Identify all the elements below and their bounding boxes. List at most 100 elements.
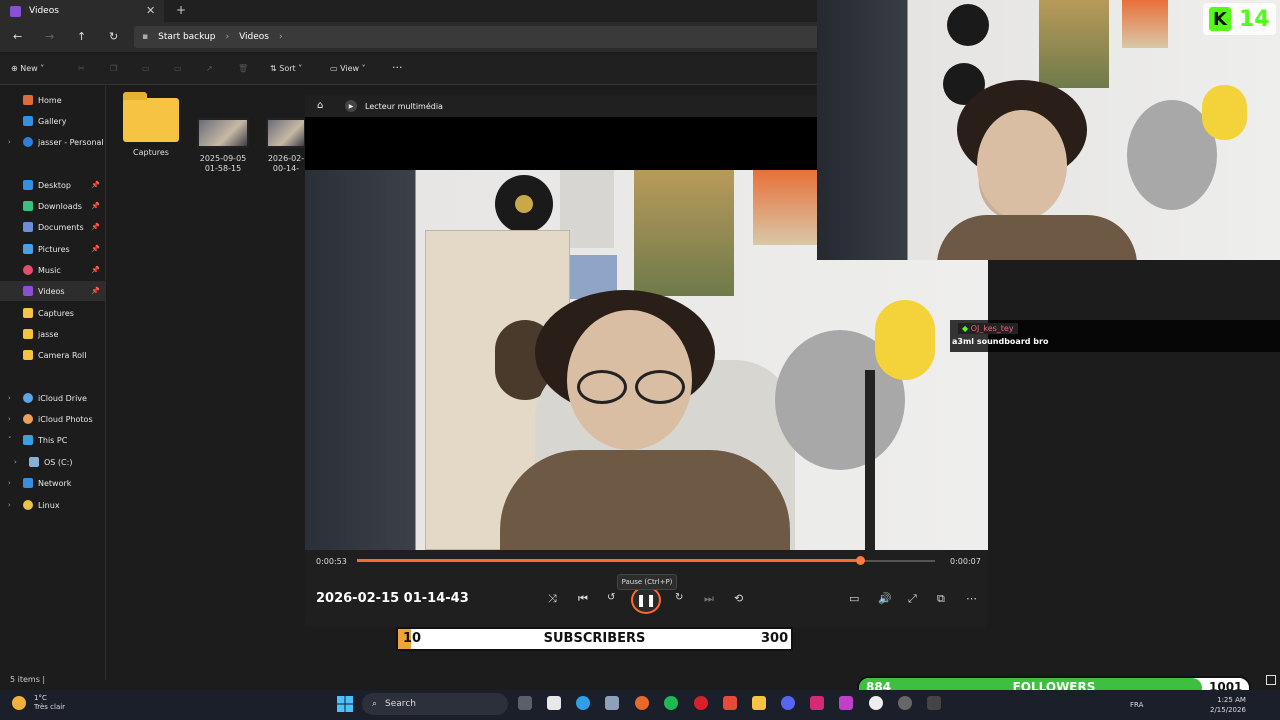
media-player-icon[interactable]	[927, 696, 941, 710]
delete-icon[interactable]: 🗑	[238, 64, 248, 73]
spotify-icon[interactable]	[664, 696, 678, 710]
start-button[interactable]	[337, 696, 353, 712]
discord-icon[interactable]	[781, 696, 795, 710]
obs-icon[interactable]	[869, 696, 883, 710]
weather-widget[interactable]: 1°C Très clair	[12, 694, 65, 712]
share-icon[interactable]: ↗	[206, 64, 213, 73]
file-item-video-2[interactable]: 2026-02- 00-14-	[266, 118, 306, 174]
tripod-image	[865, 370, 875, 550]
view-button[interactable]: ▭ View ˅	[330, 64, 366, 73]
pause-button[interactable]: ❚❚	[631, 586, 661, 614]
firefox-icon[interactable]	[635, 696, 649, 710]
sidebar-item-label: Pictures	[38, 244, 70, 254]
more-options-icon[interactable]: ⋯	[966, 592, 977, 605]
next-icon[interactable]: ⏭	[704, 592, 714, 606]
cut-icon[interactable]: ✂	[78, 64, 85, 73]
sidebar-item-linux[interactable]: › Linux	[0, 495, 106, 515]
notification-icon[interactable]	[1266, 675, 1276, 685]
sidebar-item-gallery[interactable]: Gallery	[0, 111, 106, 131]
back-icon[interactable]: ←	[13, 30, 22, 43]
fullscreen-icon[interactable]: ⤢	[908, 592, 917, 606]
file-explorer-icon[interactable]	[752, 696, 766, 710]
paste-icon[interactable]: ▭	[142, 64, 150, 73]
sidebar-item-network[interactable]: › Network	[0, 473, 106, 493]
miniplayer-icon[interactable]: ⧉	[937, 592, 945, 606]
file-item-video-1[interactable]: 2025-09-05 01-58-15	[194, 118, 252, 174]
breadcrumb-chevron-icon[interactable]: ›	[279, 32, 283, 42]
shuffle-icon[interactable]: ⤨	[548, 592, 557, 606]
sidebar-item-os-c[interactable]: › OS (C:)	[0, 452, 106, 472]
status-item-count: 5 items |	[10, 675, 46, 684]
icloud-icon	[23, 393, 33, 403]
chevron-right-icon[interactable]: ›	[8, 415, 11, 423]
taskbar-search[interactable]: ⌕ Search	[362, 693, 508, 715]
address-bar[interactable]: ▪ Start backup › Videos ›	[134, 26, 834, 48]
sidebar-item-label: jasser - Personal	[38, 137, 104, 147]
home-icon	[23, 95, 33, 105]
sidebar-item-jasse[interactable]: jasse	[0, 324, 106, 344]
tab-videos[interactable]: Videos	[0, 0, 164, 22]
chevron-right-icon[interactable]: ›	[8, 138, 11, 146]
sort-button[interactable]: ⇅ Sort ˅	[270, 64, 302, 73]
captions-icon[interactable]: ▭	[849, 592, 859, 605]
opera-icon[interactable]	[694, 696, 708, 710]
pin-icon: 📌	[91, 266, 100, 274]
system-tray[interactable]: FRA	[1130, 701, 1143, 709]
sidebar-item-captures[interactable]: Captures	[0, 303, 106, 323]
refresh-icon[interactable]: ↻	[109, 30, 118, 43]
sidebar-item-icloud-drive[interactable]: › iCloud Drive	[0, 388, 106, 408]
repeat-icon[interactable]: ⟲	[734, 592, 743, 605]
sidebar-item-music[interactable]: Music 📌	[0, 260, 106, 280]
up-icon[interactable]: ↑	[77, 30, 86, 43]
rewind-10-icon[interactable]: ↺	[607, 592, 615, 603]
pin-icon: 📌	[91, 245, 100, 253]
file-item-captures[interactable]: Captures	[120, 92, 182, 158]
instagram-icon[interactable]	[810, 696, 824, 710]
breadcrumb-start-backup[interactable]: Start backup	[158, 32, 215, 42]
new-button[interactable]: ⊕ New ˅	[11, 64, 44, 73]
store-icon[interactable]	[723, 696, 737, 710]
videos-icon	[23, 286, 33, 296]
notepad-icon[interactable]	[547, 696, 561, 710]
sidebar-item-label: Desktop	[38, 180, 71, 190]
sidebar-item-onedrive[interactable]: › jasser - Personal	[0, 132, 106, 152]
sidebar-item-this-pc[interactable]: ˅ This PC	[0, 430, 106, 450]
copy-icon[interactable]: ❐	[110, 64, 117, 73]
sidebar-item-downloads[interactable]: Downloads 📌	[0, 196, 106, 216]
chevron-down-icon[interactable]: ˅	[8, 436, 12, 444]
more-options-icon[interactable]: ···	[392, 61, 403, 74]
sidebar-item-videos[interactable]: Videos 📌	[0, 281, 106, 301]
breadcrumb-videos[interactable]: Videos	[239, 32, 269, 42]
previous-icon[interactable]: ⏮	[578, 592, 588, 606]
chevron-right-icon[interactable]: ›	[8, 501, 11, 509]
volume-icon[interactable]: 🔊	[878, 592, 892, 605]
viewer-count: 14	[1239, 6, 1270, 32]
file-name: Captures	[133, 148, 169, 157]
sidebar-item-documents[interactable]: Documents 📌	[0, 217, 106, 237]
seek-handle[interactable]	[855, 556, 865, 565]
sidebar-item-icloud-photos[interactable]: › iCloud Photos	[0, 409, 106, 429]
edge-icon[interactable]	[576, 696, 590, 710]
sidebar-item-camera-roll[interactable]: Camera Roll	[0, 345, 106, 365]
chevron-right-icon[interactable]: ›	[8, 394, 11, 402]
forward-30-icon[interactable]: ↻	[675, 592, 683, 603]
new-tab-icon[interactable]: +	[176, 3, 186, 17]
forward-icon[interactable]: →	[45, 30, 54, 43]
sidebar-item-label: Captures	[38, 308, 74, 318]
home-icon[interactable]: ⌂	[317, 100, 323, 111]
poster-image	[753, 170, 817, 245]
rename-icon[interactable]: ▭	[174, 64, 182, 73]
chevron-right-icon[interactable]: ›	[14, 458, 17, 466]
chevron-right-icon[interactable]: ›	[8, 479, 11, 487]
settings-icon[interactable]	[898, 696, 912, 710]
app-icon[interactable]	[605, 696, 619, 710]
clock[interactable]: 1:25 AM 2/15/2026	[1210, 695, 1246, 715]
task-view-icon[interactable]	[518, 696, 532, 710]
webcam-overlay	[817, 0, 1280, 260]
close-tab-icon[interactable]: ✕	[146, 4, 155, 17]
language-indicator[interactable]: FRA	[1130, 701, 1143, 709]
sidebar-item-home[interactable]: Home	[0, 90, 106, 110]
app-icon[interactable]	[839, 696, 853, 710]
sidebar-item-pictures[interactable]: Pictures 📌	[0, 239, 106, 259]
sidebar-item-desktop[interactable]: Desktop 📌	[0, 175, 106, 195]
